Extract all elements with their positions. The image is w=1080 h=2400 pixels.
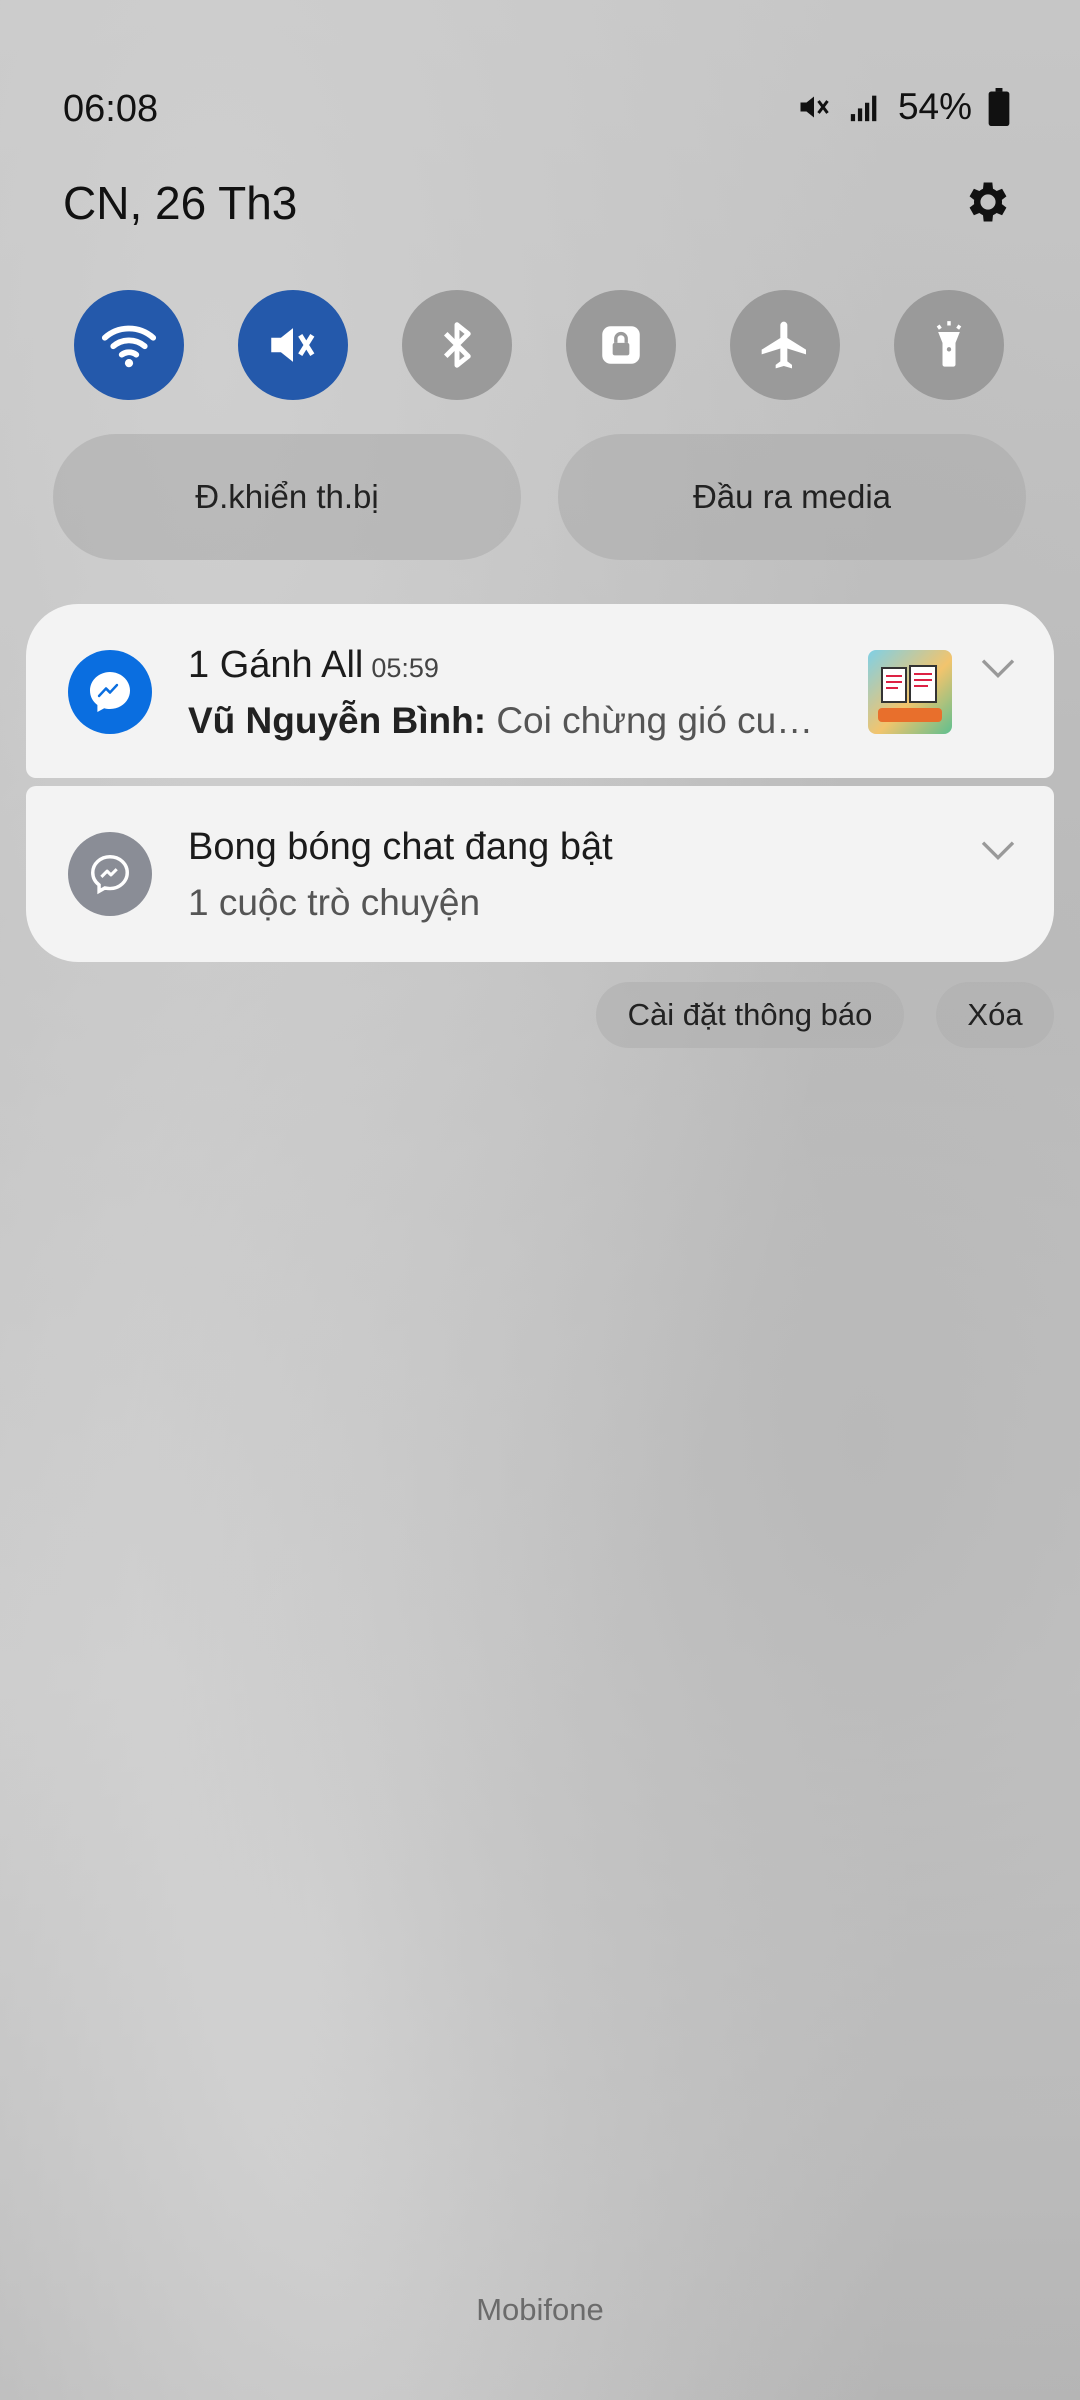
device-control-label: Đ.khiển th.bị	[195, 478, 379, 515]
device-control-button[interactable]: Đ.khiển th.bị	[53, 434, 521, 560]
flashlight-toggle[interactable]	[894, 290, 1004, 400]
signal-icon	[850, 95, 877, 122]
status-icons: 54%	[796, 86, 1010, 128]
wifi-icon	[101, 325, 157, 368]
mute-vibrate-icon	[800, 96, 829, 118]
notification-card[interactable]: Bong bóng chat đang bật 1 cuộc trò chuyệ…	[26, 786, 1054, 962]
carrier-label: Mobifone	[476, 2292, 604, 2327]
lock-icon	[602, 326, 640, 364]
chevron-down-icon[interactable]	[978, 654, 1018, 684]
notification-title: 1 Gánh All	[188, 644, 364, 686]
airplane-mode-toggle[interactable]	[730, 290, 840, 400]
airplane-icon	[761, 321, 806, 369]
gear-icon	[969, 182, 1007, 222]
notification-message: Coi chừng gió cu…	[496, 700, 814, 741]
mute-icon	[271, 328, 315, 362]
battery-icon	[988, 88, 1010, 126]
notification-card[interactable]: 1 Gánh All 05:59 Vũ Nguyễn Bình: Coi chừn…	[26, 604, 1054, 778]
notification-thumbnail	[868, 650, 952, 734]
status-time: 06:08	[63, 88, 159, 130]
sound-toggle[interactable]	[238, 290, 348, 400]
chevron-down-icon[interactable]	[978, 836, 1018, 866]
settings-button[interactable]	[962, 176, 1014, 228]
messenger-icon	[68, 650, 152, 734]
rotation-lock-toggle[interactable]	[566, 290, 676, 400]
wifi-toggle[interactable]	[74, 290, 184, 400]
clear-button[interactable]: Xóa	[936, 982, 1054, 1048]
notification-sender: Vũ Nguyễn Bình:	[188, 700, 487, 741]
notification-settings-label: Cài đặt thông báo	[627, 997, 873, 1032]
notification-time: 05:59	[371, 653, 439, 683]
notification-settings-button[interactable]: Cài đặt thông báo	[596, 982, 904, 1048]
notification-message: 1 cuộc trò chuyện	[188, 882, 481, 923]
battery-percent: 54%	[897, 86, 972, 127]
flashlight-icon	[936, 321, 962, 367]
media-output-label: Đầu ra media	[692, 478, 892, 515]
bluetooth-toggle[interactable]	[402, 290, 512, 400]
media-output-button[interactable]: Đầu ra media	[558, 434, 1026, 560]
bluetooth-icon	[443, 322, 471, 368]
clear-label: Xóa	[967, 997, 1023, 1032]
panel-date: CN, 26 Th3	[63, 177, 298, 229]
messenger-icon	[68, 832, 152, 916]
notification-title: Bong bóng chat đang bật	[188, 826, 613, 868]
